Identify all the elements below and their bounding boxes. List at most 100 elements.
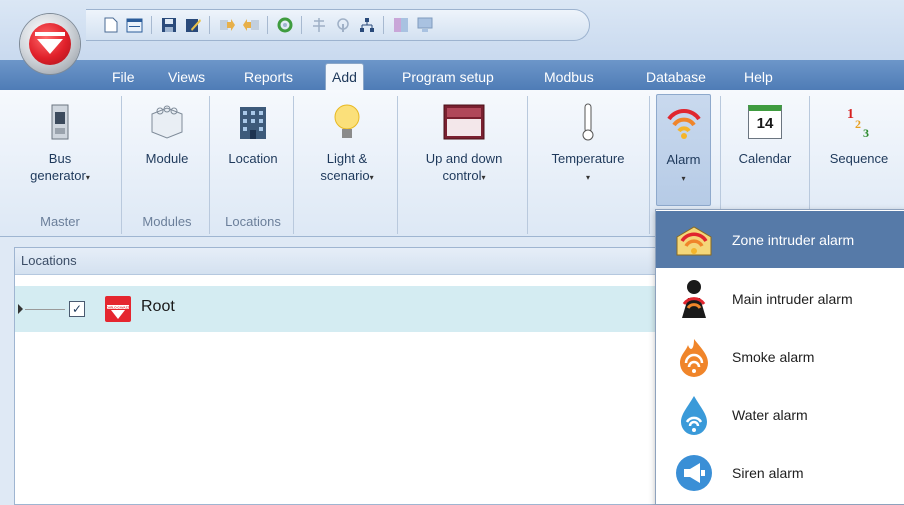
- group-label-modules: Modules: [142, 214, 192, 229]
- tree-icon[interactable]: [358, 17, 375, 34]
- calendar-button[interactable]: 14 Calendar: [724, 94, 806, 206]
- quick-access-toolbar: [86, 9, 590, 41]
- menu-item-zone-intruder-alarm[interactable]: Zone intruder alarm: [656, 211, 904, 268]
- root-checkbox[interactable]: ✓: [69, 301, 85, 317]
- group-divider: [121, 96, 122, 234]
- tab-modbus[interactable]: Modbus: [538, 64, 600, 90]
- tab-database[interactable]: Database: [640, 64, 712, 90]
- dropdown-arrow-icon: ▾: [481, 173, 486, 182]
- group-label-locations: Locations: [225, 214, 281, 229]
- toolbar-separator: [383, 16, 384, 34]
- tree-item-label: Root: [141, 298, 175, 315]
- svg-text:3: 3: [863, 126, 869, 140]
- module-label: Module: [145, 151, 189, 166]
- tab-program-setup[interactable]: Program setup: [396, 64, 500, 90]
- tab-add[interactable]: Add: [325, 63, 364, 92]
- location-label: Location: [228, 151, 278, 166]
- toolbar-separator: [301, 16, 302, 34]
- brand-logo-icon: CARLO GAVAZZI: [105, 296, 131, 322]
- save-icon[interactable]: [160, 17, 177, 34]
- sequence-icon: 123: [814, 94, 904, 150]
- main-intruder-alarm-icon: [656, 278, 732, 320]
- up-down-control-label-1: Up and down: [425, 151, 503, 166]
- menu-item-label: Siren alarm: [732, 464, 804, 481]
- group-divider: [527, 96, 528, 234]
- new-icon[interactable]: [102, 17, 119, 34]
- menu-item-water-alarm[interactable]: Water alarm: [656, 386, 904, 443]
- temperature-button[interactable]: Temperature ▾: [532, 94, 644, 206]
- export-icon[interactable]: [242, 17, 259, 34]
- calendar-icon: 14: [724, 94, 806, 150]
- toolbar-separator: [267, 16, 268, 34]
- toolbar-separator: [151, 16, 152, 34]
- dropdown-arrow-icon: ▾: [681, 174, 686, 183]
- location-button[interactable]: Location: [214, 94, 292, 206]
- gradient-icon[interactable]: [392, 17, 409, 34]
- alarm-dropdown-menu: Zone intruder alarm Main intruder alarm …: [655, 209, 904, 505]
- menu-item-main-intruder-alarm[interactable]: Main intruder alarm: [656, 270, 904, 327]
- bus-generator-button[interactable]: Bus generator▾: [6, 94, 114, 206]
- menu-item-label: Main intruder alarm: [732, 290, 853, 307]
- tab-views[interactable]: Views: [162, 64, 211, 90]
- zone-intruder-alarm-icon: [656, 223, 732, 257]
- menu-item-label: Zone intruder alarm: [732, 231, 855, 248]
- water-alarm-icon: [656, 394, 732, 436]
- expand-arrow-icon[interactable]: [18, 304, 23, 314]
- siren-alarm-icon: [656, 453, 732, 493]
- alarm-icon: [657, 95, 710, 151]
- building-icon: [214, 94, 292, 150]
- monitor-icon[interactable]: [416, 17, 433, 34]
- toolbar-separator: [209, 16, 210, 34]
- light-scenario-label-1: Light &: [326, 151, 368, 166]
- window-blind-icon: [402, 94, 526, 150]
- brand-triangle-icon: [35, 32, 65, 54]
- tab-help[interactable]: Help: [738, 64, 779, 90]
- refresh-icon[interactable]: [276, 17, 293, 34]
- smoke-alarm-icon: [656, 337, 732, 377]
- menu-item-smoke-alarm[interactable]: Smoke alarm: [656, 328, 904, 385]
- svg-text:2: 2: [855, 117, 861, 131]
- dropdown-arrow-icon: ▾: [585, 173, 590, 182]
- tree-connector: [25, 309, 65, 310]
- menu-tab-bar: File Views Reports Add Program setup Mod…: [0, 60, 904, 92]
- bus-generator-label-2: generator: [30, 168, 86, 183]
- light-scenario-button[interactable]: Light & scenario▾: [298, 94, 396, 206]
- thermometer-icon: [532, 94, 644, 150]
- module-button[interactable]: Module: [126, 94, 208, 206]
- bus-generator-label-1: Bus: [48, 151, 72, 166]
- tab-file[interactable]: File: [106, 64, 141, 90]
- tab-reports[interactable]: Reports: [238, 64, 299, 90]
- alarm-button[interactable]: Alarm ▾: [656, 94, 711, 206]
- menu-item-label: Water alarm: [732, 406, 808, 423]
- edit-icon[interactable]: [184, 17, 201, 34]
- alarm-label: Alarm: [666, 152, 701, 167]
- group-divider: [649, 96, 650, 234]
- import-icon[interactable]: [218, 17, 235, 34]
- group-divider: [209, 96, 210, 234]
- network-icon[interactable]: [310, 17, 327, 34]
- temperature-label: Temperature: [551, 151, 625, 166]
- title-bar: [0, 0, 904, 74]
- sequence-button[interactable]: 123 Sequence: [814, 94, 904, 206]
- svg-text:1: 1: [847, 107, 854, 122]
- menu-item-label: Smoke alarm: [732, 348, 815, 365]
- application-orb-button[interactable]: [20, 14, 80, 74]
- group-divider: [397, 96, 398, 234]
- dropdown-arrow-icon: ▾: [369, 173, 374, 182]
- sequence-label: Sequence: [829, 151, 889, 166]
- calendar-day: 14: [748, 105, 782, 139]
- up-down-control-button[interactable]: Up and down control▾: [402, 94, 526, 206]
- bus-generator-icon: [6, 94, 114, 150]
- lightbulb-icon: [298, 94, 396, 150]
- light-scenario-label-2: scenario: [320, 168, 370, 183]
- logo-text: CARLO GAVAZZI: [106, 305, 130, 309]
- tree-row-root[interactable]: ✓ CARLO GAVAZZI Root: [15, 286, 665, 332]
- calendar-label: Calendar: [738, 151, 792, 166]
- up-down-control-label-2: control: [442, 168, 482, 183]
- group-label-master: Master: [40, 214, 80, 229]
- dropdown-arrow-icon: ▾: [85, 173, 90, 182]
- antenna-icon[interactable]: [334, 17, 351, 34]
- module-icon: [126, 94, 208, 150]
- open-icon[interactable]: [126, 17, 143, 34]
- menu-item-siren-alarm[interactable]: Siren alarm: [656, 444, 904, 501]
